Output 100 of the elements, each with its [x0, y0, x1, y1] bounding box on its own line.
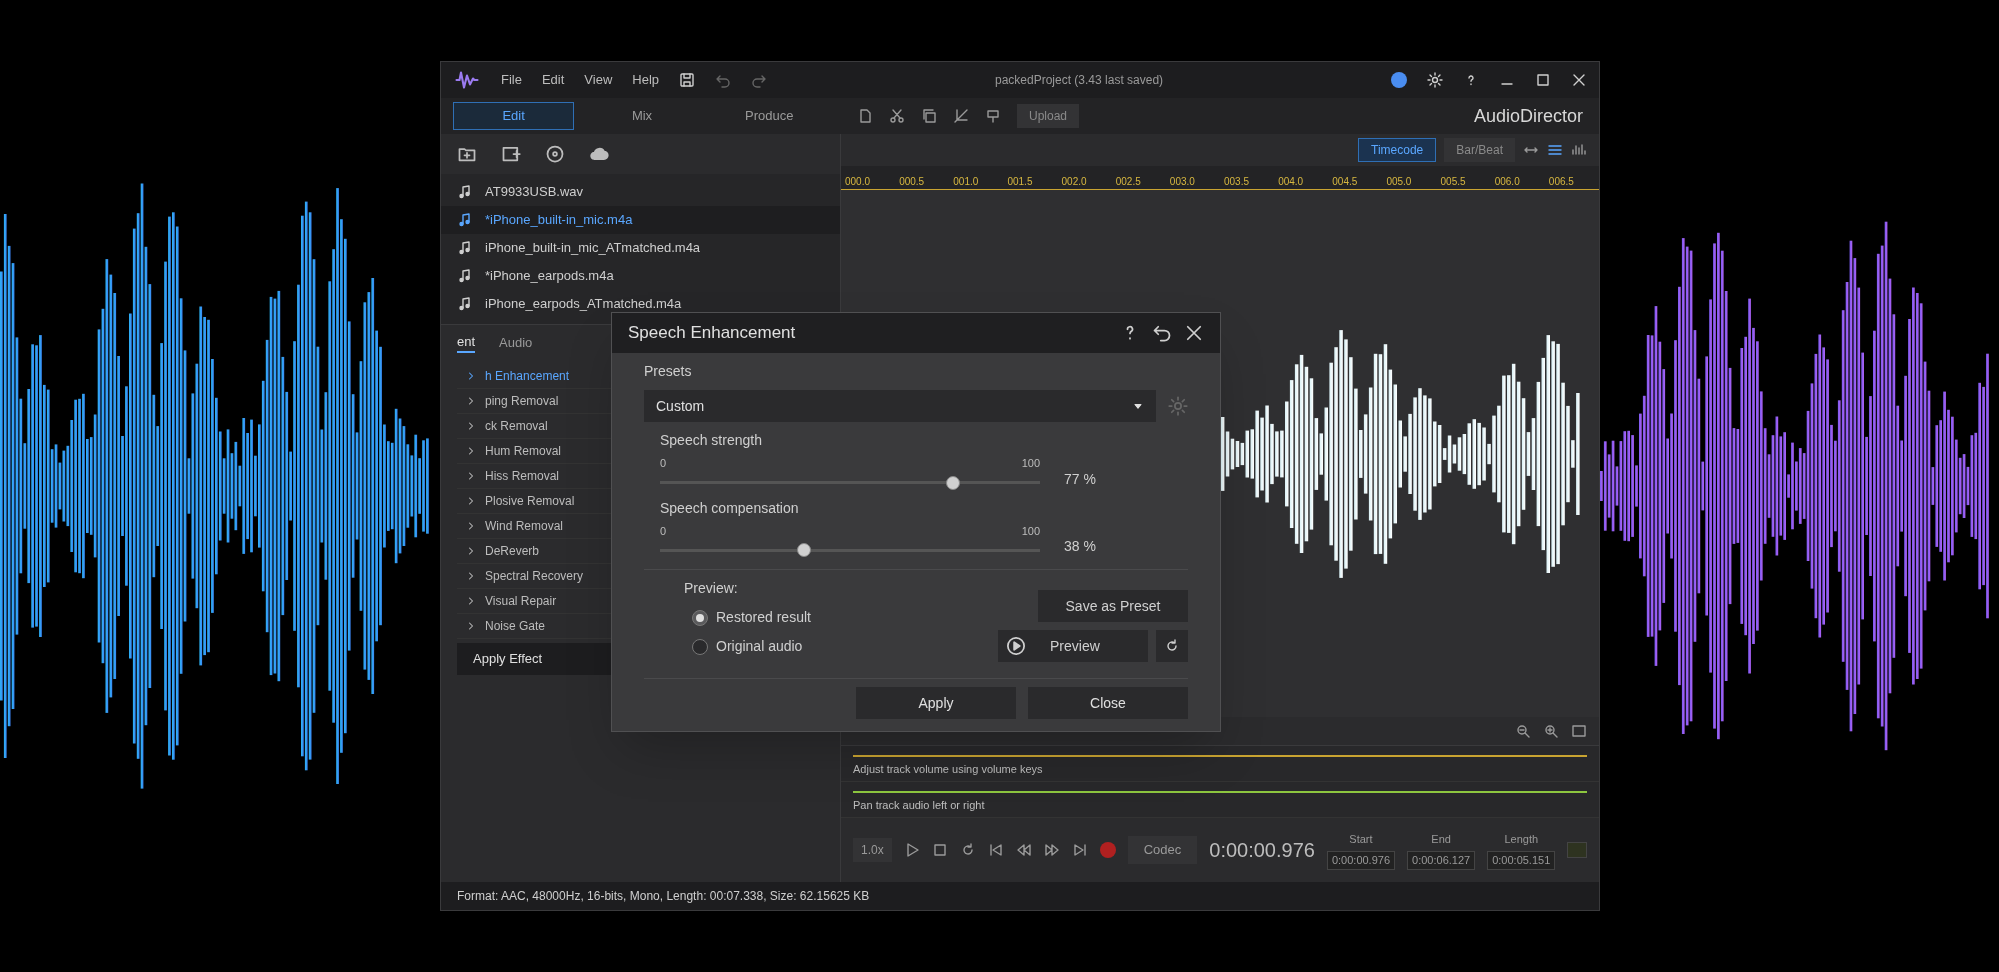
mode-tab[interactable]: Mix [582, 102, 702, 130]
time-field-label: End [1431, 831, 1451, 847]
audio-file-row[interactable]: AT9933USB.wav [441, 178, 840, 206]
document-icon[interactable] [857, 108, 873, 124]
codec-dropdown[interactable]: Codec [1127, 836, 1198, 864]
file-name: iPhone_built-in_mic_ATmatched.m4a [485, 239, 701, 258]
ruler-label: 001.5 [1006, 175, 1034, 189]
effect-label: h Enhancement [485, 368, 570, 385]
ruler-label: 005.5 [1439, 175, 1467, 189]
apply-button[interactable]: Apply [856, 687, 1016, 719]
scale-label: 0 [660, 523, 667, 539]
slider-label: Speech compensation [660, 498, 800, 518]
effect-label: Hum Removal [485, 443, 562, 460]
ruler-label: 006.0 [1493, 175, 1521, 189]
file-name: *iPhone_built-in_mic.m4a [485, 211, 633, 230]
effect-label: Noise Gate [485, 618, 546, 635]
project-title: packedProject (3.43 last saved) [994, 72, 1165, 89]
slider-track[interactable] [660, 475, 1040, 490]
time-mode-toggle[interactable]: Bar/Beat [1444, 138, 1515, 162]
track-hint: Pan track audio left or right [853, 797, 986, 813]
list-view-icon[interactable] [1547, 142, 1563, 158]
upload-button[interactable]: Upload [1017, 104, 1080, 128]
file-name: iPhone_earpods_ATmatched.m4a [485, 295, 682, 314]
slider-track[interactable] [660, 543, 1040, 557]
panel-tab[interactable]: ent [457, 331, 476, 354]
track-envelope-line[interactable] [853, 754, 1587, 757]
refresh-button[interactable] [1156, 630, 1188, 662]
play-icon [1006, 636, 1026, 656]
mode-tab[interactable]: Edit [453, 102, 575, 130]
field-label: Presets [644, 362, 693, 381]
ruler-label: 002.0 [1060, 175, 1088, 189]
skip-back-icon[interactable] [987, 842, 1004, 858]
music-note-icon [457, 268, 473, 284]
time-field: 0:00:05.151 [1487, 851, 1556, 870]
audio-file-row[interactable]: iPhone_built-in_mic_ATmatched.m4a [441, 234, 840, 262]
effect-label: ck Removal [485, 418, 548, 435]
spectrum-view-icon[interactable] [1571, 142, 1587, 158]
effect-label: ping Removal [485, 393, 559, 410]
effect-label: Hiss Removal [485, 468, 559, 485]
file-name: AT9933USB.wav [485, 183, 584, 202]
music-note-icon [457, 240, 473, 256]
dialog-title: Speech Enhancement [628, 322, 797, 345]
effect-label: Visual Repair [485, 593, 557, 610]
scale-label: 100 [1021, 456, 1040, 471]
preset-dropdown[interactable]: Custom [644, 390, 1156, 422]
ruler-label: 001.0 [952, 175, 980, 189]
music-note-icon [457, 184, 473, 200]
save-preset-button[interactable]: Save as Preset [1038, 590, 1188, 622]
reset-icon[interactable] [1152, 323, 1172, 343]
zoom-in-icon[interactable] [1543, 723, 1559, 739]
scale-label: 0 [660, 456, 667, 471]
menu-item[interactable]: Help [632, 70, 660, 90]
effect-label: Spectral Recovery [485, 568, 584, 585]
file-name: *iPhone_earpods.m4a [485, 267, 614, 286]
speed-button[interactable]: 1.0x [853, 838, 892, 862]
fit-icon[interactable] [1571, 723, 1587, 739]
menu-item[interactable]: File [501, 70, 522, 90]
panel-tab[interactable]: Audio [499, 332, 533, 353]
cd-icon[interactable] [545, 144, 565, 164]
time-mode-toggle[interactable]: Timecode [1358, 138, 1437, 162]
preview-button[interactable]: Preview [998, 630, 1148, 662]
cut-icon[interactable] [889, 108, 905, 124]
close-icon[interactable] [1184, 323, 1204, 343]
status-text: Format: AAC, 48000Hz, 16-bits, Mono, Length: 00:07.338, Size: 62.15625 KB [457, 888, 870, 905]
radio-option[interactable]: Original audio [684, 636, 974, 657]
radio-option[interactable]: Restored result [684, 607, 974, 628]
stop-icon[interactable] [931, 842, 948, 858]
time-field: 0:00:00.976 [1326, 851, 1396, 870]
brand-name: AudioDirector [1473, 104, 1583, 128]
time-field: 0:00:06.127 [1407, 851, 1476, 870]
save-icon[interactable] [679, 72, 696, 88]
scale-label: 100 [1021, 523, 1040, 539]
ruler-label: 002.5 [1114, 175, 1142, 189]
music-note-icon [457, 212, 473, 228]
music-note-icon [457, 296, 473, 312]
audio-file-row[interactable]: *iPhone_earpods.m4a [441, 262, 840, 290]
close-icon[interactable] [1571, 72, 1587, 88]
audio-file-row[interactable]: *iPhone_built-in_mic.m4a [441, 206, 840, 234]
copy-icon[interactable] [921, 108, 937, 124]
zoom-out-icon[interactable] [1515, 723, 1531, 739]
menu-item[interactable]: View [584, 70, 613, 90]
field-label: Preview: [684, 579, 739, 598]
maximize-icon[interactable] [1535, 72, 1551, 88]
account-icon[interactable] [1391, 72, 1407, 88]
mode-tab[interactable]: Produce [709, 102, 829, 130]
audio-file-row[interactable]: iPhone_earpods_ATmatched.m4a [441, 290, 840, 318]
ruler-label: 000.5 [898, 175, 926, 189]
time-field-label: Start [1349, 831, 1373, 847]
slider-thumb[interactable] [797, 543, 812, 557]
close-button[interactable]: Close [1028, 687, 1188, 719]
rewind-icon[interactable] [1015, 842, 1032, 858]
track-hint: Adjust track volume using volume keys [853, 761, 1044, 777]
menu-item[interactable]: Edit [541, 70, 565, 90]
slider-thumb[interactable] [945, 475, 960, 490]
effect-label: DeReverb [485, 543, 540, 560]
add-file-icon[interactable] [501, 144, 521, 164]
ruler-label: 003.5 [1223, 175, 1250, 189]
fast-forward-icon[interactable] [1043, 842, 1060, 858]
skip-forward-icon[interactable] [1071, 842, 1088, 858]
track-envelope-line[interactable] [853, 790, 1587, 793]
